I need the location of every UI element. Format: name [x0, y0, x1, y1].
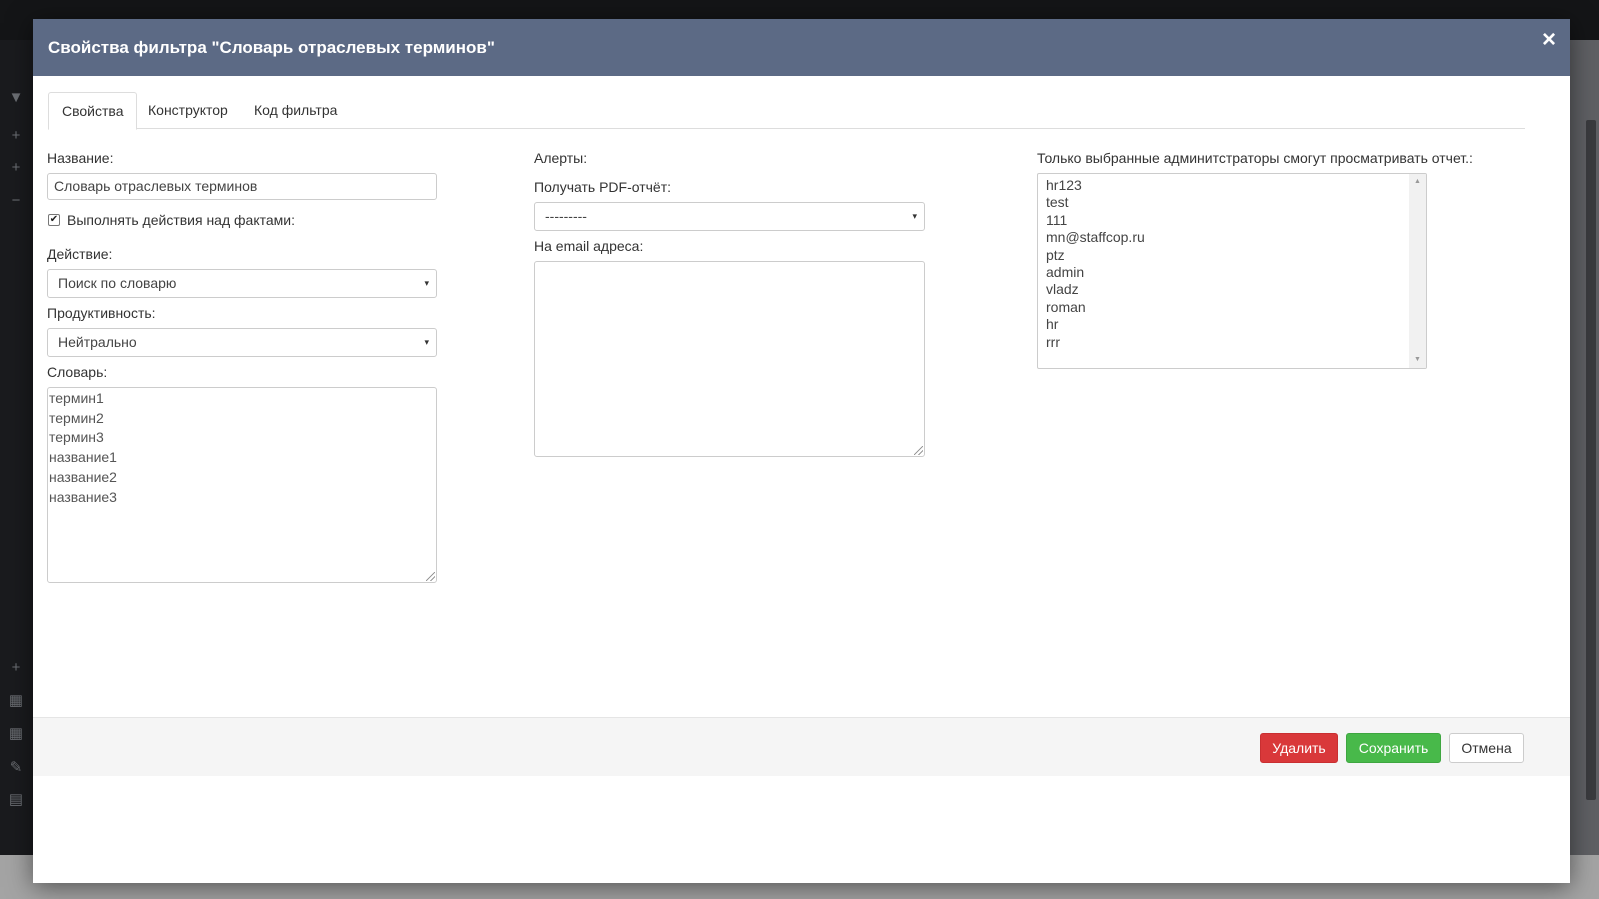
admins-label: Только выбранные админитстраторы смогут … — [1037, 150, 1473, 166]
dictionary-line: название1 — [49, 449, 117, 466]
email-textarea[interactable] — [534, 261, 925, 457]
modal-header: Свойства фильтра "Словарь отраслевых тер… — [33, 19, 1570, 76]
minus-icon: − — [11, 192, 21, 209]
table-icon: ▤ — [8, 791, 24, 808]
background-sidebar: ▼ + + − + ▦ ▦ ✎ ▤ — [0, 40, 33, 899]
action-select[interactable]: Поиск по словарю ▾ — [47, 269, 437, 298]
dictionary-line: термин2 — [49, 409, 104, 426]
email-label: На email адреса: — [534, 238, 644, 254]
delete-button[interactable]: Удалить — [1260, 733, 1338, 763]
chevron-down-icon: ▾ — [912, 211, 917, 221]
admin-option[interactable]: vladz — [1038, 281, 1426, 298]
pdf-report-select-value: --------- — [545, 208, 587, 224]
tab-constructor[interactable]: Конструктор — [135, 92, 241, 129]
scroll-down-icon[interactable]: ▼ — [1409, 353, 1426, 367]
admin-option[interactable]: roman — [1038, 299, 1426, 316]
chevron-down-icon: ▾ — [424, 337, 429, 347]
scroll-up-icon[interactable]: ▲ — [1409, 175, 1426, 189]
dictionary-line: термин3 — [49, 429, 104, 446]
resize-handle[interactable] — [426, 572, 435, 581]
dictionary-line: термин1 — [49, 390, 104, 406]
productivity-select[interactable]: Нейтрально ▾ — [47, 328, 437, 357]
tab-filter-code[interactable]: Код фильтра — [241, 92, 350, 129]
admins-listbox[interactable]: hr123 test 111 mn@staffcop.ru ptz admin … — [1037, 173, 1427, 369]
pdf-report-label: Получать PDF-отчёт: — [534, 179, 672, 195]
plus-icon: + — [11, 659, 21, 676]
admin-option[interactable]: test — [1038, 194, 1426, 211]
save-button[interactable]: Сохранить — [1346, 733, 1441, 763]
close-icon[interactable]: × — [1542, 28, 1556, 52]
filter-properties-modal: Свойства фильтра "Словарь отраслевых тер… — [33, 19, 1570, 883]
resize-handle[interactable] — [914, 446, 923, 455]
admin-option[interactable]: rrr — [1038, 334, 1426, 351]
filter-icon: ▼ — [8, 89, 24, 106]
tab-bar: Свойства Конструктор Код фильтра — [48, 92, 1525, 130]
action-select-value: Поиск по словарю — [58, 275, 177, 291]
dictionary-line: название2 — [49, 468, 117, 485]
name-field[interactable]: Словарь отраслевых терминов — [47, 173, 437, 200]
admin-option[interactable]: hr123 — [1038, 177, 1426, 194]
admin-option[interactable]: admin — [1038, 264, 1426, 281]
admin-option[interactable]: hr — [1038, 316, 1426, 333]
modal-footer: Удалить Сохранить Отмена — [33, 717, 1570, 776]
productivity-select-value: Нейтрально — [58, 334, 137, 350]
background-scrollbar — [1586, 120, 1596, 800]
act-on-facts-checkbox[interactable]: ✔ — [48, 214, 60, 226]
tab-properties[interactable]: Свойства — [48, 92, 138, 130]
dictionary-textarea[interactable]: термин1 термин2 термин3 название1 назван… — [47, 387, 437, 583]
admin-option[interactable]: mn@staffcop.ru — [1038, 229, 1426, 246]
listbox-scrollbar[interactable]: ▲ ▼ — [1409, 174, 1426, 368]
name-label: Название: — [47, 150, 114, 166]
action-label: Действие: — [47, 246, 113, 262]
plus-icon: + — [11, 127, 21, 144]
grid-icon: ▦ — [8, 692, 24, 709]
chevron-down-icon: ▾ — [424, 278, 429, 288]
modal-title: Свойства фильтра "Словарь отраслевых тер… — [48, 38, 495, 57]
dictionary-line: название3 — [49, 488, 117, 505]
plus-icon: + — [11, 159, 21, 176]
act-on-facts-label: Выполнять действия над фактами: — [67, 212, 295, 228]
dictionary-label: Словарь: — [47, 364, 108, 380]
wrench-icon: ✎ — [9, 759, 23, 776]
cancel-button[interactable]: Отмена — [1449, 733, 1524, 763]
pdf-report-select[interactable]: --------- ▾ — [534, 202, 925, 231]
admin-option[interactable]: ptz — [1038, 247, 1426, 264]
admin-option[interactable]: 111 — [1038, 212, 1426, 229]
productivity-label: Продуктивность: — [47, 305, 156, 321]
grid-icon: ▦ — [8, 725, 24, 742]
alerts-label: Алерты: — [534, 150, 588, 166]
